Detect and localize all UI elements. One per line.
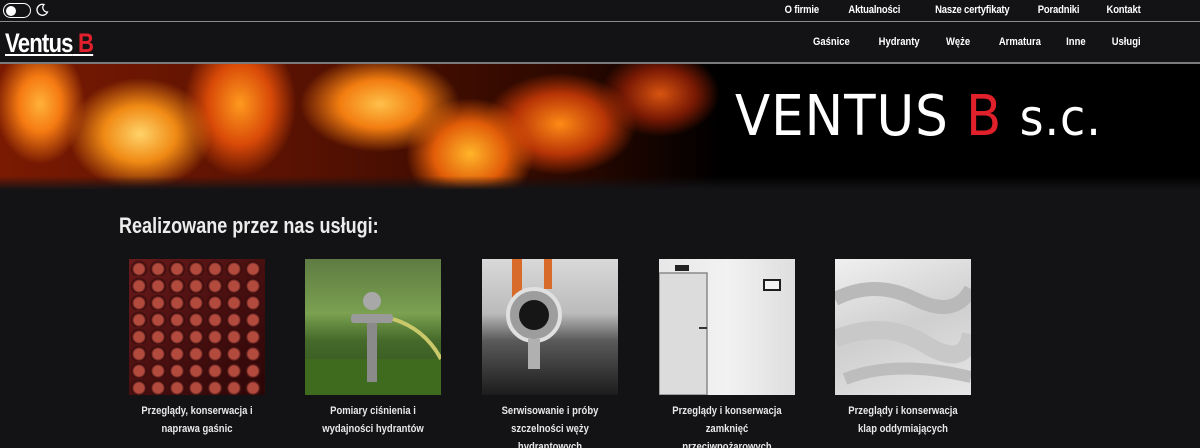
nav-hydranty[interactable]: Hydranty bbox=[879, 36, 920, 48]
banner-title: VENTUS B s.c. bbox=[735, 84, 1102, 149]
nav-gasnice[interactable]: Gaśnice bbox=[813, 36, 850, 48]
banner-title-accent: B bbox=[966, 84, 1003, 149]
duct-illustration bbox=[835, 282, 971, 385]
moon-icon[interactable] bbox=[35, 3, 49, 17]
logo-accent: B bbox=[78, 28, 94, 58]
banner-title-suffix: s.c. bbox=[1019, 89, 1102, 147]
main-nav: Gaśnice Hydranty Węże Armatura Inne Usłu… bbox=[785, 36, 1141, 48]
banner-fade bbox=[0, 176, 1200, 190]
service-caption[interactable]: Pomiary ciśnienia i wydajności hydrantów bbox=[309, 402, 438, 438]
banner-title-main: VENTUS bbox=[735, 84, 949, 149]
top-nav: O firmie Aktualności Nasze certyfikaty P… bbox=[757, 4, 1141, 16]
fire-background-image bbox=[0, 64, 720, 190]
logo-main: Ventus bbox=[5, 28, 73, 58]
service-image-smoke-vents[interactable] bbox=[835, 259, 971, 395]
service-image-hydrant[interactable] bbox=[305, 259, 441, 395]
service-caption[interactable]: Serwisowanie i próby szczelności węży hy… bbox=[486, 402, 615, 448]
top-nav-o-firmie[interactable]: O firmie bbox=[784, 4, 819, 16]
nav-armatura[interactable]: Armatura bbox=[999, 36, 1041, 48]
service-image-extinguishers[interactable] bbox=[129, 259, 265, 395]
top-nav-certyfikaty[interactable]: Nasze certyfikaty bbox=[935, 4, 1010, 16]
services-heading: Realizowane przez nas usługi: bbox=[119, 213, 379, 238]
hose-illustration bbox=[506, 259, 562, 369]
top-nav-aktualnosci[interactable]: Aktualności bbox=[849, 4, 901, 16]
hydrant-illustration bbox=[305, 292, 441, 395]
toggle-knob bbox=[6, 5, 16, 16]
main-header: Ventus B Gaśnice Hydranty Węże Armatura … bbox=[0, 22, 1200, 62]
theme-toggle[interactable] bbox=[3, 3, 31, 18]
site-logo[interactable]: Ventus B bbox=[5, 28, 94, 59]
service-image-hose[interactable] bbox=[482, 259, 618, 395]
top-nav-kontakt[interactable]: Kontakt bbox=[1107, 4, 1141, 16]
service-caption[interactable]: Przeglądy i konserwacja zamknięć przeciw… bbox=[663, 402, 792, 448]
top-nav-poradniki[interactable]: Poradniki bbox=[1038, 4, 1080, 16]
nav-weze[interactable]: Węże bbox=[946, 36, 970, 48]
nav-uslugi[interactable]: Usługi bbox=[1112, 36, 1141, 48]
door-illustration bbox=[659, 265, 781, 395]
service-caption[interactable]: Przeglądy i konserwacja klap oddymiający… bbox=[839, 402, 968, 438]
top-utility-bar: O firmie Aktualności Nasze certyfikaty P… bbox=[0, 0, 1200, 22]
nav-inne[interactable]: Inne bbox=[1066, 36, 1085, 48]
service-image-fire-door[interactable] bbox=[659, 259, 795, 395]
hero-banner: VENTUS B s.c. bbox=[0, 64, 1200, 190]
service-caption[interactable]: Przeglądy, konserwacja i naprawa gaśnic bbox=[133, 402, 262, 438]
